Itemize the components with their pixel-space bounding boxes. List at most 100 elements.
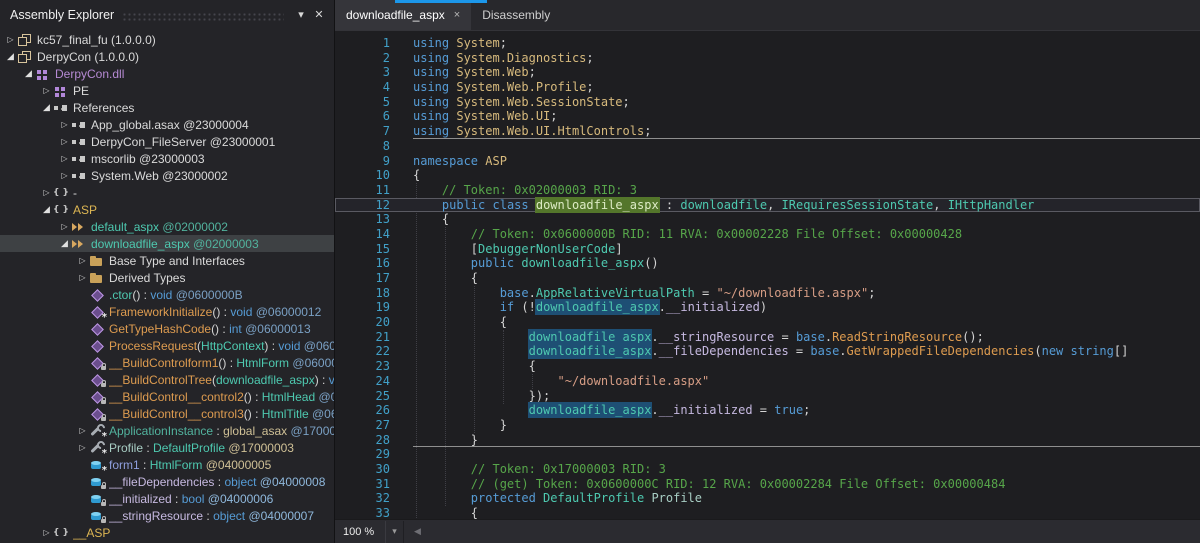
code-line[interactable]: 29 [335, 447, 1200, 462]
code-line[interactable]: 11 // Token: 0x02000003 RID: 3 [335, 183, 1200, 198]
code-line[interactable]: 14 // Token: 0x0600000B RID: 11 RVA: 0x0… [335, 227, 1200, 242]
tree-item[interactable]: __BuildControlTree(downloadfile_aspx) : … [0, 371, 334, 388]
expander-icon[interactable]: ◢ [40, 103, 53, 113]
tree-item[interactable]: __initialized : bool @04000006 [0, 490, 334, 507]
tree-item[interactable]: ▷PE [0, 82, 334, 99]
line-number: 10 [335, 168, 390, 183]
tree-item[interactable]: ▷{ }- [0, 184, 334, 201]
scroll-left-icon[interactable]: ◀ [414, 527, 421, 537]
code-line[interactable]: 6using System.Web.UI; [335, 109, 1200, 124]
code-line[interactable]: 18 base.AppRelativeVirtualPath = "~/down… [335, 286, 1200, 301]
tree-item[interactable]: ▷App_global.asax @23000004 [0, 116, 334, 133]
tree-item[interactable]: __fileDependencies : object @04000008 [0, 473, 334, 490]
code-line[interactable]: 10{ [335, 168, 1200, 183]
code-line[interactable]: 32 protected DefaultProfile Profile [335, 491, 1200, 506]
code-line[interactable]: 24 "~/downloadfile.aspx" [335, 374, 1200, 389]
code-line[interactable]: 15 [DebuggerNonUserCode] [335, 242, 1200, 257]
panel-close-icon[interactable]: ✕ [310, 5, 328, 25]
expander-icon[interactable]: ▷ [58, 137, 71, 146]
tree-item[interactable]: *form1 : HtmlForm @04000005 [0, 456, 334, 473]
tree-item[interactable]: ▷{ }__ASP [0, 524, 334, 541]
zoom-level-control[interactable]: 100 % [335, 521, 386, 543]
tree-item[interactable]: ▷ kc57_final_fu (1.0.0.0) [0, 31, 334, 48]
code-line[interactable]: 28 } [335, 433, 1200, 448]
code-line[interactable]: 13 { [335, 212, 1200, 227]
code-line[interactable]: 31 // (get) Token: 0x0600000C RID: 12 RV… [335, 477, 1200, 492]
code-line[interactable]: 1using System; [335, 36, 1200, 51]
code-view[interactable]: 1using System;2using System.Diagnostics;… [335, 31, 1200, 520]
code-line[interactable]: 20 { [335, 315, 1200, 330]
star-badge-icon: * [102, 449, 107, 459]
tree-item[interactable]: ◢{ }ASP [0, 201, 334, 218]
close-icon[interactable]: × [454, 9, 460, 21]
expander-icon[interactable]: ▷ [58, 120, 71, 129]
code-line[interactable]: 27 } [335, 418, 1200, 433]
tree-item[interactable]: .ctor() : void @0600000B [0, 286, 334, 303]
tree-item[interactable]: ▷*ApplicationInstance : global_asax @170… [0, 422, 334, 439]
horizontal-scrollbar[interactable]: ◀ [404, 520, 1200, 543]
code-line[interactable]: 4using System.Web.Profile; [335, 80, 1200, 95]
tab-Disassembly[interactable]: Disassembly [471, 0, 561, 30]
tree-item[interactable]: ▷mscorlib @23000003 [0, 150, 334, 167]
expander-icon[interactable]: ▷ [58, 154, 71, 163]
expander-icon[interactable]: ◢ [22, 69, 35, 79]
line-number: 17 [335, 271, 390, 286]
tree-item-label: __BuildControl__control3() : HtmlTitle @… [109, 407, 334, 421]
code-line[interactable]: 7using System.Web.UI.HtmlControls; [335, 124, 1200, 139]
code-line[interactable]: 25 }); [335, 389, 1200, 404]
tree-item[interactable]: __BuildControl__control2() : HtmlHead @0… [0, 388, 334, 405]
code-line[interactable]: 16 public downloadfile_aspx() [335, 256, 1200, 271]
tree-item[interactable]: ◢DerpyCon.dll [0, 65, 334, 82]
tree-item[interactable]: ◢References [0, 99, 334, 116]
tree-item[interactable]: ◢DerpyCon (1.0.0.0) [0, 48, 334, 65]
expander-icon[interactable]: ▷ [58, 222, 71, 231]
code-line[interactable]: 5using System.Web.SessionState; [335, 95, 1200, 110]
code-line[interactable]: 21 downloadfile_aspx.__stringResource = … [335, 330, 1200, 345]
code-line[interactable]: 22 downloadfile_aspx.__fileDependencies … [335, 344, 1200, 359]
tree-item[interactable]: __BuildControl__control3() : HtmlTitle @… [0, 405, 334, 422]
expander-icon[interactable]: ▷ [40, 188, 53, 197]
tree-item[interactable]: ProcessRequest(HttpContext) : void @0600… [0, 337, 334, 354]
tree-item[interactable]: ▷Derived Types [0, 269, 334, 286]
expander-icon[interactable]: ◢ [40, 205, 53, 215]
expander-icon[interactable]: ▷ [76, 273, 89, 282]
code-line[interactable]: 33 { [335, 506, 1200, 520]
tree-item[interactable]: ◢downloadfile_aspx @02000003 [0, 235, 334, 252]
tree-item[interactable]: *FrameworkInitialize() : void @06000012 [0, 303, 334, 320]
tree-item[interactable]: __stringResource : object @04000007 [0, 507, 334, 524]
expander-icon[interactable]: ▷ [40, 86, 53, 95]
zoom-dropdown-icon[interactable]: ▾ [386, 521, 404, 543]
expander-icon[interactable]: ▷ [76, 256, 89, 265]
tree-item[interactable]: ▷DerpyCon_FileServer @23000001 [0, 133, 334, 150]
expander-icon[interactable]: ▷ [76, 426, 89, 435]
tree-item-label: kc57_final_fu (1.0.0.0) [37, 33, 156, 47]
code-line[interactable]: 23 { [335, 359, 1200, 374]
code-line[interactable]: 3using System.Web; [335, 65, 1200, 80]
code-line[interactable]: 12 public class downloadfile_aspx : down… [335, 198, 1200, 213]
expander-icon[interactable]: ◢ [4, 52, 17, 62]
code-line[interactable]: 26 downloadfile_aspx.__initialized = tru… [335, 403, 1200, 418]
expander-icon[interactable]: ▷ [76, 443, 89, 452]
tab-downloadfile_aspx[interactable]: downloadfile_aspx× [335, 0, 471, 30]
code-line[interactable]: 9namespace ASP [335, 154, 1200, 169]
tree-item[interactable]: ▷*Profile : DefaultProfile @17000003 [0, 439, 334, 456]
tree-item[interactable]: GetTypeHashCode() : int @06000013 [0, 320, 334, 337]
tree-item[interactable]: __BuildControlform1() : HtmlForm @060000… [0, 354, 334, 371]
expander-icon[interactable]: ▷ [40, 528, 53, 537]
method-icon: * [89, 305, 104, 319]
expander-icon[interactable]: ▷ [58, 171, 71, 180]
tree-item[interactable]: ▷default_aspx @02000002 [0, 218, 334, 235]
code-text: public downloadfile_aspx() [413, 256, 659, 271]
property-icon: * [89, 424, 104, 438]
code-line[interactable]: 30 // Token: 0x17000003 RID: 3 [335, 462, 1200, 477]
line-number: 2 [335, 51, 390, 66]
code-line[interactable]: 8 [335, 139, 1200, 154]
tree-item[interactable]: ▷Base Type and Interfaces [0, 252, 334, 269]
code-line[interactable]: 17 { [335, 271, 1200, 286]
code-line[interactable]: 19 if (!downloadfile_aspx.__initialized) [335, 300, 1200, 315]
expander-icon[interactable]: ▷ [4, 35, 17, 44]
tree-item[interactable]: ▷System.Web @23000002 [0, 167, 334, 184]
expander-icon[interactable]: ◢ [58, 239, 71, 249]
panel-menu-icon[interactable]: ▾ [292, 5, 310, 25]
code-line[interactable]: 2using System.Diagnostics; [335, 51, 1200, 66]
